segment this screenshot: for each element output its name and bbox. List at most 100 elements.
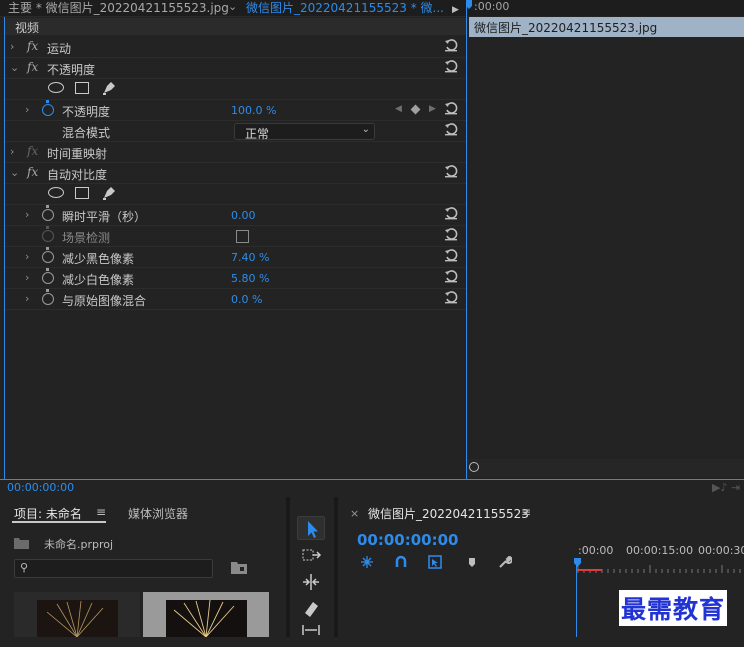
fx-icon[interactable]: fx [27, 39, 38, 53]
reset-icon[interactable] [444, 206, 458, 220]
prev-keyframe-icon[interactable]: ◀ [395, 104, 402, 114]
chevron-down-icon[interactable]: ⌄ [228, 0, 237, 15]
panel-menu-icon[interactable]: ≡ [96, 505, 106, 519]
pen-mask-icon[interactable] [101, 185, 117, 201]
add-marker-icon[interactable] [465, 555, 479, 569]
effect-row-auto-contrast[interactable]: ⌄ fx 自动对比度 [5, 163, 466, 184]
param-row-temporal-smoothing[interactable]: › 瞬时平滑（秒） 0.00 [5, 205, 466, 226]
effect-row-motion[interactable]: › fx 运动 [5, 37, 466, 58]
param-row-black-clip[interactable]: › 减少黑色像素 7.40 % [5, 247, 466, 268]
stopwatch-icon[interactable] [42, 100, 54, 116]
chevron-right-icon[interactable]: › [25, 292, 29, 305]
param-row-scene-detect: 场景检测 [5, 226, 466, 247]
playhead-icon[interactable] [466, 0, 472, 14]
blend-mode-select[interactable]: 正常 ⌄ [234, 123, 375, 141]
render-bar [576, 569, 602, 571]
param-row-blend-mode: 混合模式 正常 ⌄ [5, 121, 466, 142]
tab-sequence-clip[interactable]: 微信图片_20220421155523 * 微... [246, 0, 444, 16]
ruler-label: :00:00 [578, 544, 614, 557]
fx-icon[interactable]: fx [27, 60, 38, 74]
chevron-right-icon[interactable]: › [10, 145, 14, 158]
ellipse-mask-icon[interactable] [48, 82, 64, 93]
chevron-right-icon[interactable]: › [25, 208, 29, 221]
snap-icon[interactable] [394, 555, 408, 569]
project-item-thumbnail[interactable] [143, 592, 269, 637]
razor-tool-icon[interactable] [297, 597, 325, 621]
blend-mode-value: 正常 [245, 127, 270, 141]
ellipse-mask-icon[interactable] [48, 187, 64, 198]
mask-tools-row [5, 79, 466, 100]
reset-icon[interactable] [444, 101, 458, 115]
effect-controls-ruler[interactable]: :00:00 [467, 0, 744, 16]
reset-icon[interactable] [444, 38, 458, 52]
stopwatch-icon[interactable] [42, 289, 54, 305]
effect-row-time-remap[interactable]: › fx 时间重映射 [5, 142, 466, 163]
param-row-blend-original[interactable]: › 与原始图像混合 0.0 % [5, 289, 466, 310]
close-icon[interactable]: × [350, 507, 359, 520]
reset-icon[interactable] [444, 59, 458, 73]
chevron-down-icon: ⌄ [361, 124, 370, 135]
wrench-icon[interactable] [498, 555, 513, 569]
linked-selection-icon[interactable] [428, 555, 442, 569]
opacity-value[interactable]: 100.0 % [231, 104, 276, 117]
scene-detect-checkbox[interactable] [236, 230, 249, 243]
timeline-zoom-scrollbar[interactable] [467, 459, 744, 477]
param-row-white-clip[interactable]: › 减少白色像素 5.80 % [5, 268, 466, 289]
reset-icon[interactable] [444, 227, 458, 241]
search-icon: ⚲ [20, 561, 29, 574]
next-keyframe-icon[interactable]: ▶ [429, 104, 436, 114]
nest-icon[interactable] [360, 555, 374, 569]
param-label-temporal-smoothing: 瞬时平滑（秒） [62, 210, 147, 224]
project-item-thumbnail[interactable] [14, 592, 140, 637]
footer-timecode[interactable]: 00:00:00:00 [7, 481, 74, 494]
add-keyframe-icon[interactable] [410, 104, 421, 115]
slip-tool-icon[interactable] [297, 623, 325, 647]
stopwatch-icon[interactable] [42, 205, 54, 221]
ripple-edit-tool-icon[interactable] [297, 570, 325, 594]
video-section-label: 视频 [15, 21, 40, 35]
white-clip-value[interactable]: 5.80 % [231, 272, 269, 285]
playhead-icon[interactable] [574, 557, 581, 567]
tab-project[interactable]: 项目: 未命名 [14, 505, 82, 522]
fx-icon[interactable]: fx [27, 165, 38, 179]
reset-icon[interactable] [444, 290, 458, 304]
reset-icon[interactable] [444, 122, 458, 136]
scroll-handle[interactable] [469, 462, 479, 472]
fx-icon[interactable]: fx [27, 144, 38, 158]
sequence-timecode[interactable]: 00:00:00:00 [357, 531, 459, 549]
audio-filter-icon[interactable]: ▶♪ ⇥ [712, 481, 740, 494]
effect-controls-timeline[interactable] [466, 0, 744, 479]
chevron-right-icon[interactable]: › [25, 250, 29, 263]
project-search-input[interactable]: ⚲ [14, 559, 213, 578]
reset-icon[interactable] [444, 248, 458, 262]
new-bin-icon[interactable] [231, 561, 247, 574]
chevron-right-icon[interactable]: › [25, 271, 29, 284]
expand-arrow-icon[interactable]: ▶ [452, 2, 459, 16]
effect-row-opacity[interactable]: ⌄ fx 不透明度 [5, 58, 466, 79]
ruler-label: 00:00:15:00 [626, 544, 694, 557]
stopwatch-icon[interactable] [42, 268, 54, 284]
black-clip-value[interactable]: 7.40 % [231, 251, 269, 264]
selection-tool-icon[interactable] [297, 516, 325, 540]
tab-master-clip[interactable]: 主要 * 微信图片_20220421155523.jpg [8, 0, 229, 16]
tab-media-browser[interactable]: 媒体浏览器 [128, 505, 188, 522]
playhead-line [576, 559, 577, 637]
param-row-opacity[interactable]: › 不透明度 100.0 % ◀ ▶ [5, 100, 466, 121]
stopwatch-icon[interactable] [42, 247, 54, 263]
track-select-tool-icon[interactable] [297, 543, 325, 567]
effect-controls-clip-bar[interactable]: 微信图片_20220421155523.jpg [469, 17, 744, 37]
temporal-smoothing-value[interactable]: 0.00 [231, 209, 256, 222]
param-label-white-clip: 减少白色像素 [62, 273, 135, 287]
blend-original-value[interactable]: 0.0 % [231, 293, 262, 306]
rectangle-mask-icon[interactable] [75, 187, 89, 199]
tab-sequence[interactable]: 微信图片_20220421155523 [368, 505, 529, 522]
pen-mask-icon[interactable] [101, 80, 117, 96]
reset-icon[interactable] [444, 164, 458, 178]
rectangle-mask-icon[interactable] [75, 82, 89, 94]
chevron-right-icon[interactable]: › [25, 103, 29, 116]
chevron-right-icon[interactable]: › [10, 40, 14, 53]
chevron-down-icon[interactable]: ⌄ [10, 61, 19, 74]
chevron-down-icon[interactable]: ⌄ [10, 166, 19, 179]
reset-icon[interactable] [444, 269, 458, 283]
panel-menu-icon[interactable]: ≡ [521, 505, 531, 519]
